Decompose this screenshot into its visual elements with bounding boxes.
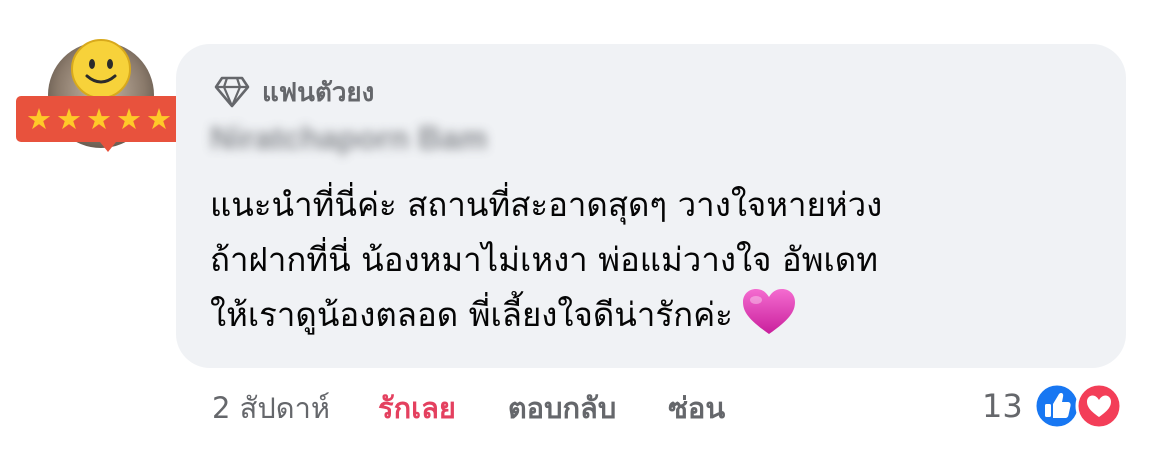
smiley-icon [71, 39, 131, 99]
love-icon [1075, 382, 1123, 430]
star-icon: ★ [116, 101, 142, 136]
top-fan-badge[interactable]: แฟนตัวยง [214, 74, 374, 110]
like-button[interactable]: รักเลย [378, 385, 456, 431]
author-name[interactable]: Niratchaporn Bam [210, 120, 487, 157]
hide-button[interactable]: ซ่อน [668, 385, 725, 431]
heart-emoji-icon [742, 289, 795, 334]
like-icon [1033, 382, 1081, 430]
comment-timestamp[interactable]: 2 สัปดาห์ [212, 385, 330, 431]
comment-line: แนะนำที่นี่ค่ะ สถานที่สะอาดสุดๆ วางใจหาย… [210, 185, 883, 224]
reaction-summary[interactable]: 13 [982, 382, 1131, 430]
badge-pointer [100, 142, 116, 152]
star-icon: ★ [56, 101, 82, 136]
fan-badge-label: แฟนตัวยง [262, 76, 375, 107]
reaction-icons [1033, 382, 1131, 430]
star-icon: ★ [26, 101, 52, 136]
comment-bubble: แฟนตัวยง Niratchaporn Bam แนะนำที่นี่ค่ะ… [176, 44, 1126, 368]
reaction-count: 13 [982, 387, 1023, 425]
commenter-avatar[interactable]: ★ ★ ★ ★ ★ [16, 39, 182, 164]
diamond-icon [214, 76, 250, 108]
comment-line: ถ้าฝากที่นี่ น้องหมาไม่เหงา พ่อแม่วางใจ … [210, 240, 878, 279]
star-icon: ★ [86, 101, 112, 136]
reply-button[interactable]: ตอบกลับ [508, 385, 616, 431]
comment-line: ให้เราดูน้องตลอด พี่เลี้ยงใจดีน่ารักค่ะ [210, 287, 1110, 342]
star-rating-badge: ★ ★ ★ ★ ★ [16, 96, 182, 142]
comment-text: แนะนำที่นี่ค่ะ สถานที่สะอาดสุดๆ วางใจหาย… [210, 177, 1110, 342]
star-icon: ★ [146, 101, 172, 136]
comment-actions: 2 สัปดาห์ รักเลย ตอบกลับ ซ่อน [212, 386, 725, 430]
